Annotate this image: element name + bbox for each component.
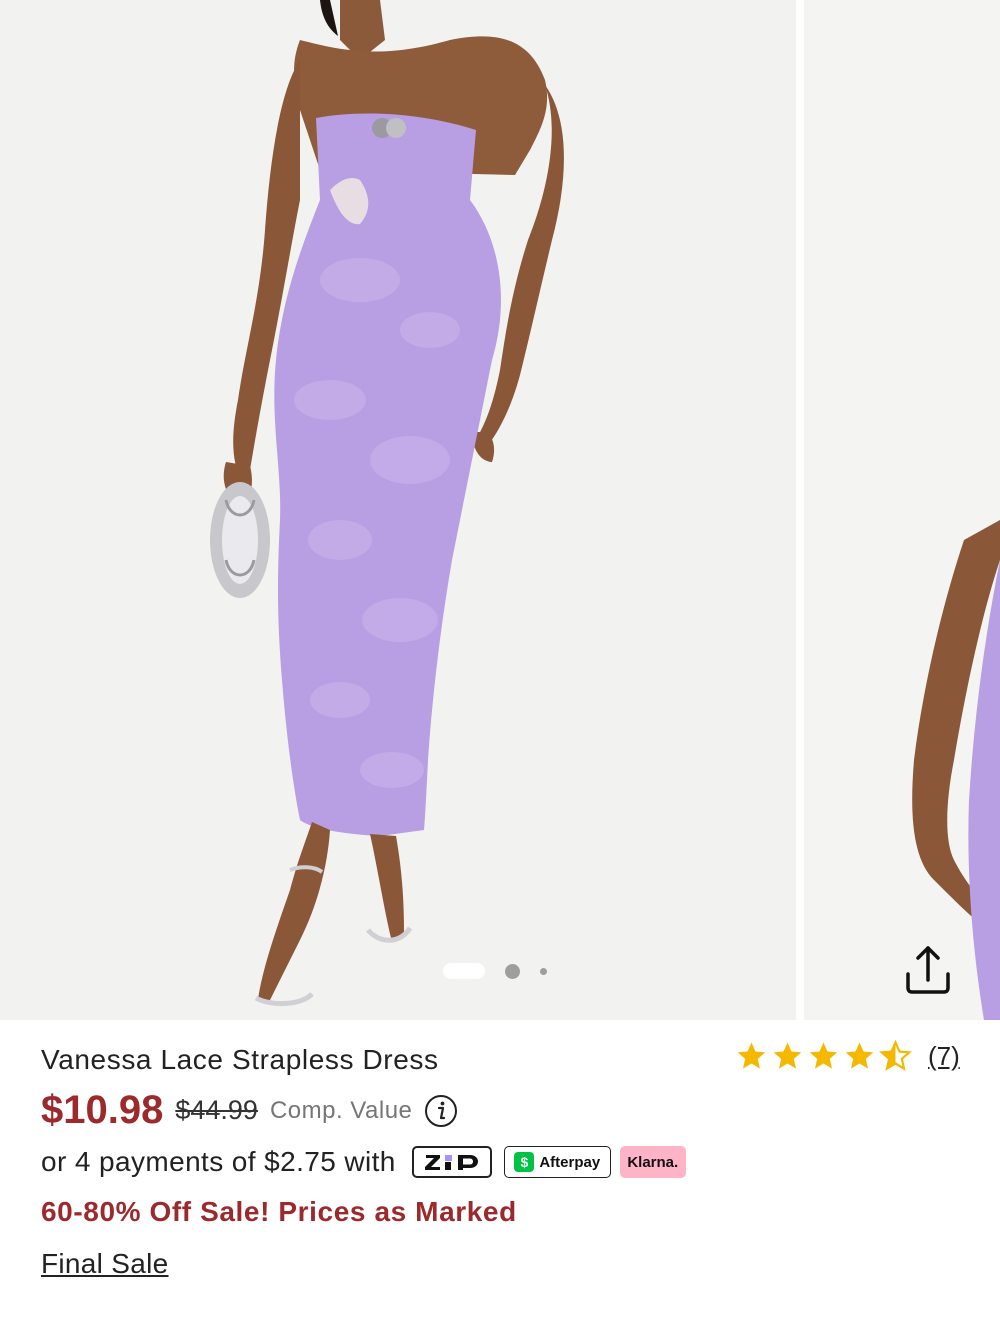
installment-text: or 4 payments of $2.75 with xyxy=(41,1146,396,1177)
sale-price: $10.98 xyxy=(41,1088,164,1132)
product-image-main[interactable] xyxy=(0,0,796,1020)
carousel-dot[interactable] xyxy=(540,967,547,975)
product-image-gallery[interactable] xyxy=(0,0,1000,1020)
klarna-badge[interactable]: Klarna. xyxy=(619,1146,686,1178)
zip-logo xyxy=(424,1155,478,1170)
sale-message: 60-80% Off Sale! Prices as Marked xyxy=(41,1196,517,1227)
afterpay-badge[interactable]: $ Afterpay xyxy=(503,1146,611,1178)
model-photo-next xyxy=(804,0,1000,1020)
cash-app-icon: $ xyxy=(514,1152,535,1172)
product-title: Vanessa Lace Strapless Dress xyxy=(41,1044,439,1075)
product-rating[interactable]: (7) xyxy=(735,1040,960,1073)
comp-value-label: Comp. Value xyxy=(269,1096,413,1124)
klarna-label: Klarna. xyxy=(627,1153,679,1171)
info-icon[interactable] xyxy=(424,1094,458,1128)
star-icon xyxy=(809,1042,838,1069)
zip-badge[interactable] xyxy=(411,1146,492,1178)
star-icon xyxy=(845,1042,874,1069)
share-button[interactable] xyxy=(896,936,960,1000)
star-icon xyxy=(737,1042,766,1069)
original-price: $44.99 xyxy=(175,1095,258,1125)
share-icon xyxy=(906,946,950,994)
afterpay-label: Afterpay xyxy=(539,1153,601,1171)
carousel-indicator xyxy=(443,962,547,980)
final-sale-link[interactable]: Final Sale xyxy=(41,1248,169,1280)
installment-row: or 4 payments of $2.75 with $ Afterpay K… xyxy=(41,1146,686,1178)
price-row: $10.98 $44.99 Comp. Value xyxy=(41,1088,458,1133)
product-image-next[interactable] xyxy=(804,0,1000,1020)
review-count-link[interactable]: (7) xyxy=(928,1041,960,1072)
star-icon xyxy=(773,1042,802,1069)
star-rating xyxy=(735,1040,912,1073)
carousel-dot-active[interactable] xyxy=(443,963,485,979)
carousel-dot[interactable] xyxy=(505,963,520,979)
model-photo xyxy=(0,0,796,1020)
half-star-icon xyxy=(879,1040,912,1071)
